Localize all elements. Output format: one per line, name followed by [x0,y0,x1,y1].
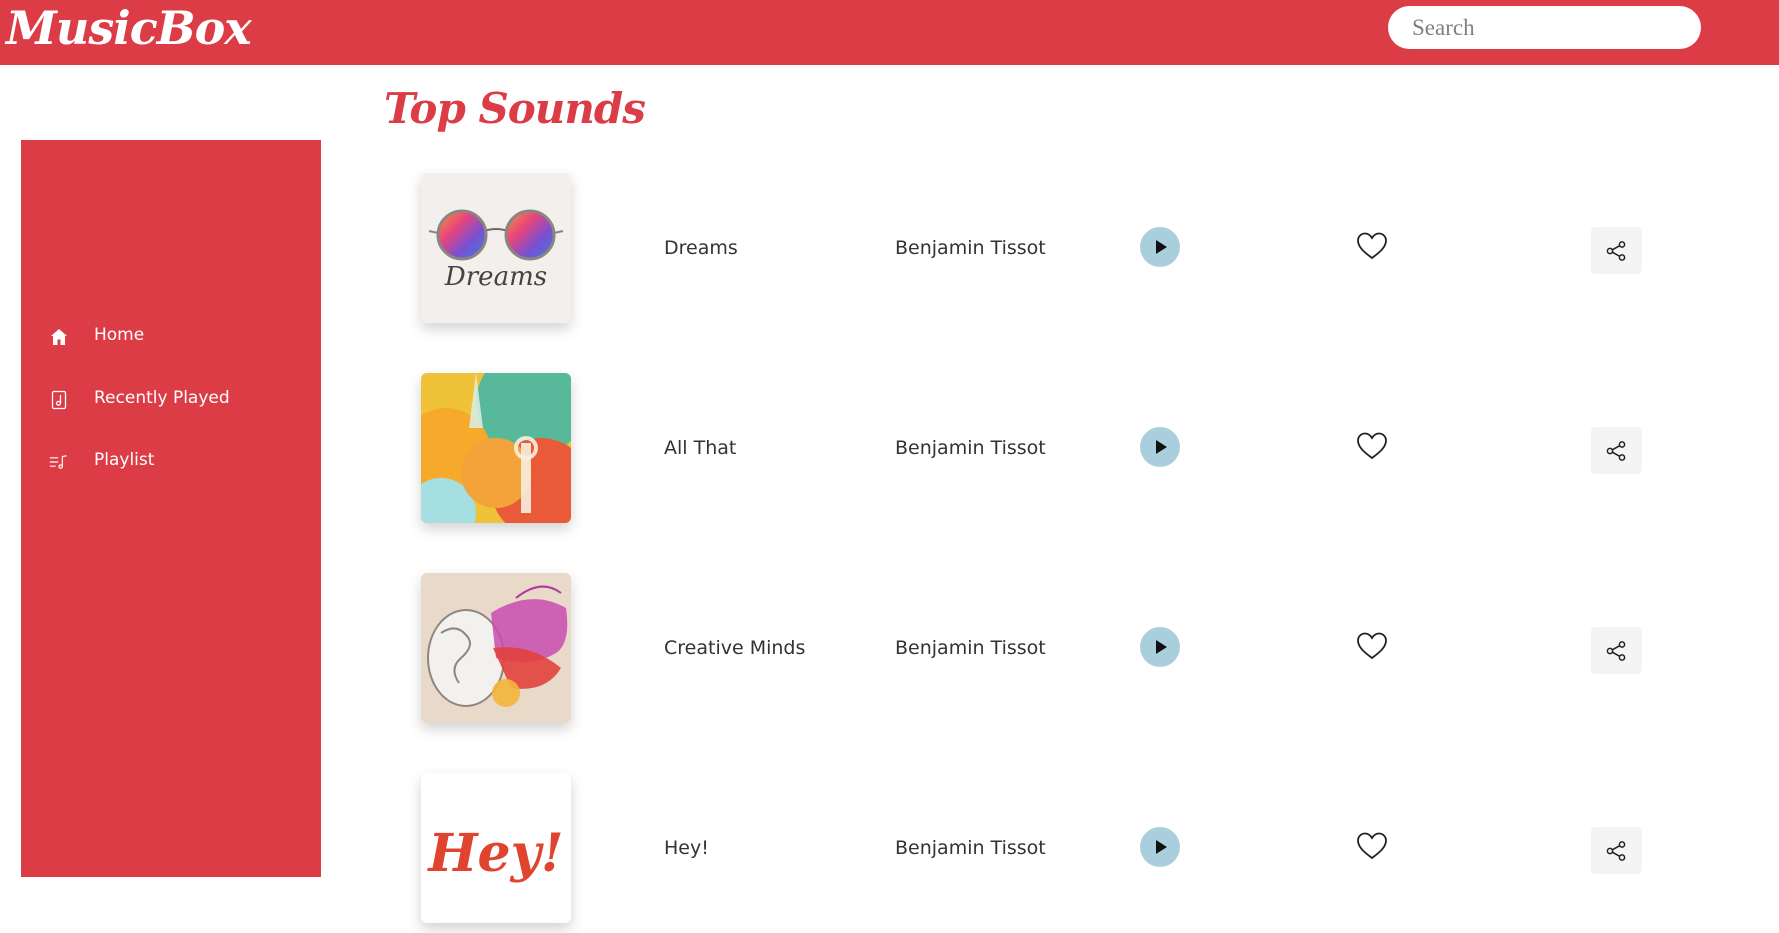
track-row: Creative Minds Benjamin Tissot [0,573,1779,733]
share-icon [1606,841,1626,861]
play-button[interactable] [1140,627,1180,667]
album-cover: Hey! [421,773,571,923]
play-icon [1156,640,1167,654]
share-icon [1606,641,1626,661]
play-icon [1156,840,1167,854]
track-title: All That [664,437,737,459]
share-icon [1606,241,1626,261]
cover-text: Hey! [426,823,563,884]
play-button[interactable] [1140,827,1180,867]
heart-icon[interactable] [1355,830,1389,862]
heart-icon[interactable] [1355,230,1389,262]
album-cover [421,373,571,523]
share-icon [1606,441,1626,461]
track-row: Dreams Dreams Benjamin Tissot [0,173,1779,333]
cover-text: Dreams [444,262,547,292]
track-row: Hey! Hey! Benjamin Tissot [0,773,1779,933]
play-button[interactable] [1140,427,1180,467]
track-artist: Benjamin Tissot [895,437,1046,459]
play-button[interactable] [1140,227,1180,267]
album-cover [421,573,571,723]
play-icon [1156,240,1167,254]
track-title: Hey! [664,837,709,859]
track-row: All That Benjamin Tissot [0,373,1779,533]
track-artist: Benjamin Tissot [895,837,1046,859]
logo[interactable]: MusicBox [6,0,252,60]
share-button[interactable] [1591,827,1642,874]
share-button[interactable] [1591,227,1642,274]
top-navbar: MusicBox [0,0,1779,65]
track-title: Dreams [664,237,738,259]
track-artist: Benjamin Tissot [895,637,1046,659]
search-input[interactable] [1388,6,1701,49]
heart-icon[interactable] [1355,430,1389,462]
track-artist: Benjamin Tissot [895,237,1046,259]
page-title: Top Sounds [384,84,646,133]
share-button[interactable] [1591,627,1642,674]
album-cover: Dreams [421,173,571,323]
heart-icon[interactable] [1355,630,1389,662]
share-button[interactable] [1591,427,1642,474]
play-icon [1156,440,1167,454]
track-title: Creative Minds [664,637,806,659]
